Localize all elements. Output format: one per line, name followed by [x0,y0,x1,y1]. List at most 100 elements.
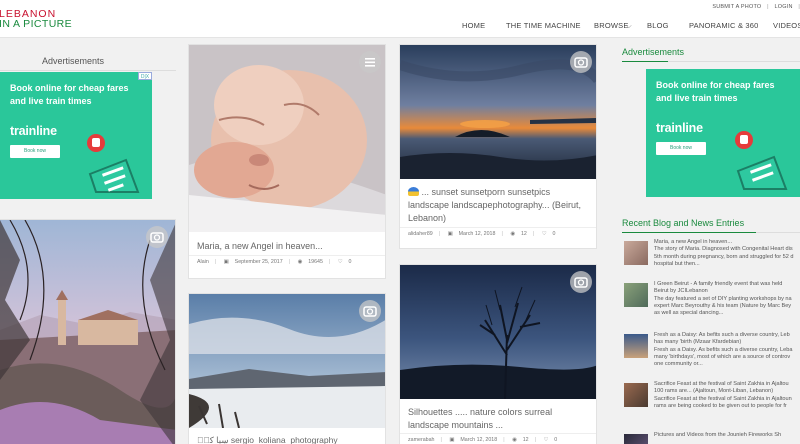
heart-icon[interactable]: ♡ [338,259,343,265]
entry-title: Fresh as a Daisy: As befits such a diver… [654,332,790,338]
logo-line-2: IN A PICTURE [0,18,73,30]
entry-excerpt: 5th month during pregnancy, born and str… [654,253,794,260]
entry-excerpt: 100 rams are... (Ajaltoun, Mont-Liban, L… [654,388,774,395]
divider [400,433,596,434]
camera-icon [570,271,592,293]
ad-book-button[interactable]: Book now [656,142,706,155]
card-author[interactable]: Alain [197,259,209,265]
entry-thumbnail[interactable] [624,283,648,307]
site-logo[interactable]: LEBANON IN A PICTURE [0,9,73,30]
nav-browse[interactable]: BROWSE [594,21,629,30]
login-link[interactable]: LOGIN [775,4,793,10]
chevron-down-icon[interactable]: ⌵ [626,21,632,31]
entry-thumbnail[interactable] [624,334,648,358]
blog-entry[interactable]: Sacrifice Feast at the festival of Saint… [624,381,800,415]
silhouette-tree-image [400,265,596,399]
card-title[interactable]: Silhouettes ..... nature colors surreal … [408,406,588,432]
heart-icon[interactable]: ♡ [543,437,548,443]
card-meta: alidaher89 | ▣ March 12, 2018 | ◉ 12 | ♡ 0 [408,231,592,237]
divider [756,232,800,233]
entry-text[interactable]: Maria, a new Angel in heaven... The stor… [654,239,800,268]
nav-videos[interactable]: VIDEOS [773,21,800,30]
entry-excerpt: expert Marc Beyrouthy & his team (Nature… [654,302,792,309]
blog-entry[interactable]: I Green Beirut - A family friendly event… [624,281,800,317]
separator: | [438,231,441,237]
card-title: ... sunset sunsetporn sunsetpics landsca… [408,187,581,223]
photo-card[interactable]: ... sunset sunsetporn sunsetpics landsca… [399,44,597,249]
separator: | [503,437,505,443]
train-ticket-icon [87,134,140,193]
ad-book-button[interactable]: Book now [10,145,60,158]
right-ad-title: Advertisements [622,47,685,57]
card-author[interactable]: zamerabah [408,437,435,443]
photo-card-image[interactable] [189,45,385,232]
calendar-icon: ▣ [449,437,455,443]
card-date: March 12, 2018 [458,231,496,237]
top-links: SUBMIT A PHOTO | LOGIN | [708,4,800,10]
photo-card[interactable]: Silhouettes ..... nature colors surreal … [399,264,597,444]
entry-thumbnail[interactable] [624,241,648,265]
entry-excerpt: Sacrifice Feast at the festival of Saint… [654,395,792,402]
card-title: sergio_koliana_photography [230,435,338,444]
sunset-photo-image [400,45,596,179]
entry-text[interactable]: Pictures and Videos from the Jounieh Fir… [654,432,800,439]
heart-icon[interactable]: ♡ [542,231,547,237]
photo-card-image[interactable] [400,45,596,179]
heading-underline [622,232,756,233]
entry-title: Pictures and Videos from the Jounieh Fir… [654,432,782,438]
submit-photo-link[interactable]: SUBMIT A PHOTO [712,4,761,10]
entry-excerpt: as well as special dancing... [654,310,724,317]
separator: | [288,259,291,265]
photo-card[interactable]: سِبا کہٗ sergio_koliana_photography [188,293,386,444]
entry-excerpt: one community or... [654,361,703,368]
card-likes: 0 [552,231,556,237]
card-title[interactable]: Maria, a new Angel in heaven... [197,240,377,253]
card-views: 12 [520,231,527,237]
entry-text[interactable]: Sacrifice Feast at the festival of Saint… [654,381,800,410]
entry-text[interactable]: I Green Beirut - A family friendly event… [654,281,800,317]
left-ad-banner[interactable]: D|X Book online for cheap fares and live… [0,72,152,199]
eye-icon: ◉ [297,259,303,265]
separator: | [214,259,217,265]
ad-brand: trainline [656,121,703,135]
blog-entry[interactable]: Pictures and Videos from the Jounieh Fir… [624,432,800,444]
church-landscape-image [0,220,175,444]
photo-church-image[interactable] [0,220,175,444]
calendar-icon: ▣ [223,259,229,265]
nav-home[interactable]: HOME [462,21,485,30]
blog-entry[interactable]: Fresh as a Daisy: As befits such a diver… [624,332,800,368]
camera-icon [570,51,592,73]
snowy-landscape-image [189,294,385,428]
entry-thumbnail[interactable] [624,383,648,407]
nav-panoramic[interactable]: PANORAMIC & 360 [689,21,759,30]
nav-time-machine[interactable]: THE TIME MACHINE [506,21,581,30]
menu-icon[interactable] [359,51,381,73]
entry-excerpt: rams are being cooked to be given out to… [654,402,787,409]
ad-choices-icon[interactable]: D|X [138,72,152,80]
divider [0,70,176,71]
blog-entry[interactable]: Maria, a new Angel in heaven... The stor… [624,239,800,273]
emoji-icon [408,187,419,196]
right-ad-banner[interactable]: Book online for cheap fares and live tra… [646,69,800,197]
left-ad-title: Advertisements [42,56,105,66]
card-title-row[interactable]: سِبا کہٗ sergio_koliana_photography [197,434,377,444]
separator: | [440,437,442,443]
entry-excerpt: Beirut by JCILebanon [654,288,708,295]
card-views: 19645 [308,259,323,265]
photo-card-image[interactable] [400,265,596,399]
separator: | [501,231,503,237]
nav-blog[interactable]: BLOG [647,21,669,30]
card-meta: zamerabah | ▣ March 12, 2018 | ◉ 12 | ♡ 0 [408,437,592,443]
card-title-row[interactable]: ... sunset sunsetporn sunsetpics landsca… [408,186,588,225]
photo-card-church[interactable] [0,219,176,444]
eye-icon: ◉ [510,231,515,237]
photo-card-image[interactable] [189,294,385,428]
divider [189,255,385,256]
entry-thumbnail[interactable] [624,434,648,444]
photo-card[interactable]: Maria, a new Angel in heaven... Alain | ▣… [188,44,386,279]
entry-excerpt: hospital but then... [654,260,700,267]
entry-text[interactable]: Fresh as a Daisy: As befits such a diver… [654,332,800,368]
divider [400,227,596,228]
card-author[interactable]: alidaher89 [408,231,433,237]
blog-heading: Recent Blog and News Entries [622,218,745,228]
